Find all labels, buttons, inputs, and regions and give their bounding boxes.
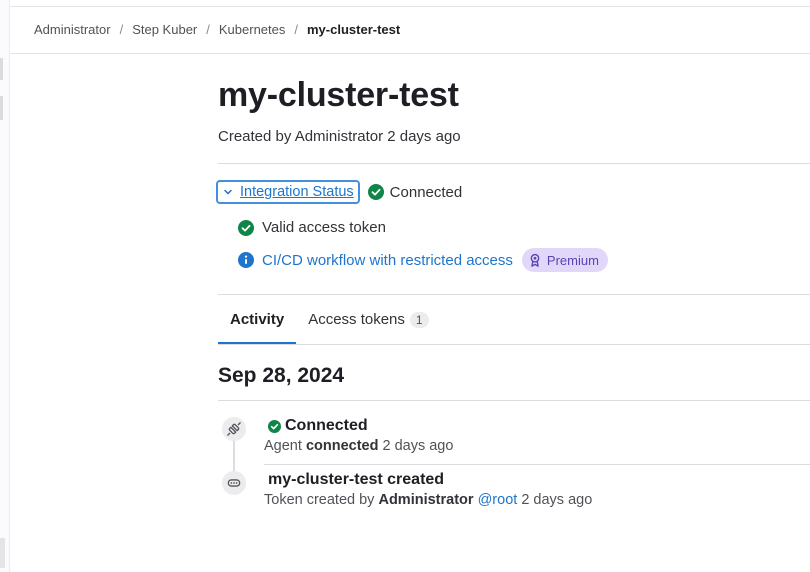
breadcrumb-separator: / [119,22,124,37]
check-circle-icon [268,419,281,433]
tab-label: Activity [230,311,285,328]
tabs-divider [218,344,810,345]
breadcrumb-separator: / [294,22,298,37]
event-title-text: my-cluster-test created [268,471,445,488]
information-icon [238,252,254,268]
check-label: Valid access token [262,219,386,236]
connection-icon [227,422,241,436]
event-title: Connected [264,417,453,435]
breadcrumb-divider [10,53,810,54]
event-desc-text: Token created by [264,492,375,508]
event-desc-text: Agent [264,438,302,454]
page-title: my-cluster-test [218,76,459,114]
timeline-marker [222,417,246,441]
breadcrumb-item-kubernetes[interactable]: Kubernetes [219,22,286,37]
premium-badge[interactable]: Premium [521,248,608,272]
event-timestamp: 2 days ago [521,492,593,508]
event-timestamp: 2 days ago [382,438,454,454]
event-desc-bold: Administrator [378,492,474,508]
token-icon [227,479,241,487]
check-cicd-workflow: CI/CD workflow with restricted access Pr… [238,248,608,272]
tab-access-tokens[interactable]: Access tokens 1 [296,296,440,343]
chevron-down-icon [224,189,232,195]
award-icon [530,253,540,267]
event-desc-bold: connected [305,438,379,454]
integration-status-toggle[interactable]: Integration Status [216,180,360,204]
cicd-workflow-link[interactable]: CI/CD workflow with restricted access [262,252,513,269]
check-circle-icon [238,219,254,236]
tab-count-badge: 1 [409,311,429,328]
tabs: Activity Access tokens 1 [218,296,810,344]
sidebar-collapsed-tab[interactable] [0,96,3,120]
divider [218,294,810,295]
breadcrumb-item-administrator[interactable]: Administrator [34,22,111,37]
integration-status-row: Integration Status Connected [216,180,462,204]
tab-activity[interactable]: Activity [218,296,297,344]
divider [218,163,810,164]
activity-date-heading: Sep 28, 2024 [218,364,345,387]
breadcrumb-item-step-kuber[interactable]: Step Kuber [132,22,197,37]
user-handle-link[interactable]: @root [478,492,518,508]
divider [218,400,810,401]
event-description: Token created by Administrator @root 2 d… [264,492,592,508]
event-title-text: Connected [285,417,368,434]
integration-status-value: Connected [389,183,463,201]
tab-label: Access tokens [308,311,405,328]
breadcrumb: Administrator / Step Kuber / Kubernetes … [34,22,400,37]
top-border [10,6,810,7]
left-sidebar-rail [0,0,10,572]
integration-status-label: Integration Status [240,184,354,200]
check-circle-icon [367,184,384,200]
event-title: my-cluster-test created [264,471,592,489]
breadcrumb-separator: / [206,22,210,37]
event-divider [264,464,810,465]
premium-badge-label: Premium [546,252,599,268]
check-valid-access-token: Valid access token [238,219,386,236]
breadcrumb-item-current[interactable]: my-cluster-test [307,22,400,37]
sidebar-collapsed-tab[interactable] [0,538,5,568]
sidebar-collapsed-tab[interactable] [0,58,3,80]
timeline-marker [222,471,246,495]
event-description: Agent connected 2 days ago [264,438,453,454]
page-subtitle: Created by Administrator 2 days ago [218,128,461,145]
activity-event-created: my-cluster-test created Token created by… [264,471,592,508]
activity-event-connected: Connected Agent connected 2 days ago [264,417,453,454]
